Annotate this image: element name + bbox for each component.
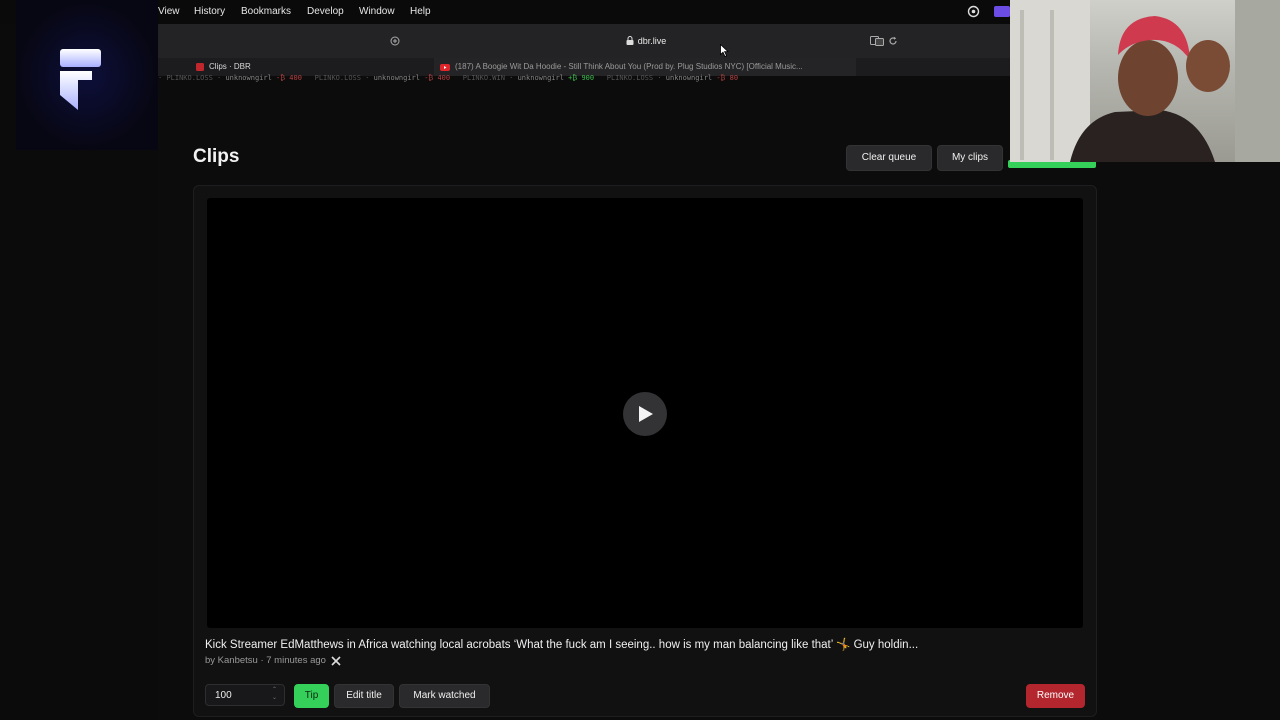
clip-title: Kick Streamer EdMatthews in Africa watch…: [205, 639, 919, 651]
menu-help[interactable]: Help: [410, 6, 431, 17]
brand-logo-overlay: [16, 0, 158, 150]
edit-title-button[interactable]: Edit title: [334, 684, 394, 708]
menu-develop[interactable]: Develop: [307, 6, 344, 17]
ticker-item: PLINKO.LOSS · unknowngirl -₿ 400: [314, 74, 451, 82]
webcam-person-image: [1010, 0, 1280, 162]
menu-history[interactable]: History: [194, 6, 225, 17]
address-bar[interactable]: dbr.live: [386, 32, 906, 50]
page-title: Clips: [193, 146, 240, 167]
tip-amount-stepper[interactable]: ⌃ ⌄: [272, 686, 277, 702]
x-twitter-icon[interactable]: [331, 655, 341, 666]
ticker-item: PLINKO.WIN · unknowngirl +₿ 900: [462, 74, 595, 82]
browser-toolbar: dbr.live: [158, 24, 1010, 59]
status-chrome-icon[interactable]: [967, 5, 980, 18]
clip-author-time: by Kanbetsu · 7 minutes ago: [205, 655, 326, 666]
clip-meta: by Kanbetsu · 7 minutes ago: [205, 655, 341, 666]
webcam-overlay: [1010, 0, 1280, 162]
my-clips-button[interactable]: My clips: [937, 145, 1003, 171]
status-app-icon[interactable]: [994, 5, 1010, 18]
lock-icon: [626, 36, 634, 45]
bets-ticker: · PLINKO.LOSS · unknowngirl -₿ 400 PLINK…: [158, 72, 1010, 84]
play-button[interactable]: [623, 392, 667, 436]
youtube-favicon-icon: [440, 63, 450, 71]
video-player[interactable]: [207, 198, 1083, 628]
chevron-down-icon[interactable]: ⌄: [272, 694, 277, 702]
tip-button[interactable]: Tip: [294, 684, 329, 708]
ticker-item: · PLINKO.LOSS · unknowngirl -₿ 400: [158, 74, 302, 82]
mouse-cursor-icon: [720, 44, 729, 57]
mark-watched-button[interactable]: Mark watched: [399, 684, 490, 708]
remove-button[interactable]: Remove: [1026, 684, 1085, 708]
dbr-favicon-icon: [196, 63, 204, 71]
chevron-up-icon[interactable]: ⌃: [272, 686, 277, 694]
clear-queue-button[interactable]: Clear queue: [846, 145, 932, 171]
ticker-item: PLINKO.LOSS · unknowngirl -₿ 80: [606, 74, 739, 82]
menu-bookmarks[interactable]: Bookmarks: [241, 6, 291, 17]
address-bar-url: dbr.live: [637, 36, 667, 46]
brand-logo-icon: [60, 49, 101, 110]
menu-window[interactable]: Window: [359, 6, 395, 17]
reload-icon[interactable]: [888, 36, 898, 46]
menu-view[interactable]: View: [158, 6, 180, 17]
play-icon: [639, 406, 653, 422]
translate-icon[interactable]: [870, 36, 884, 46]
